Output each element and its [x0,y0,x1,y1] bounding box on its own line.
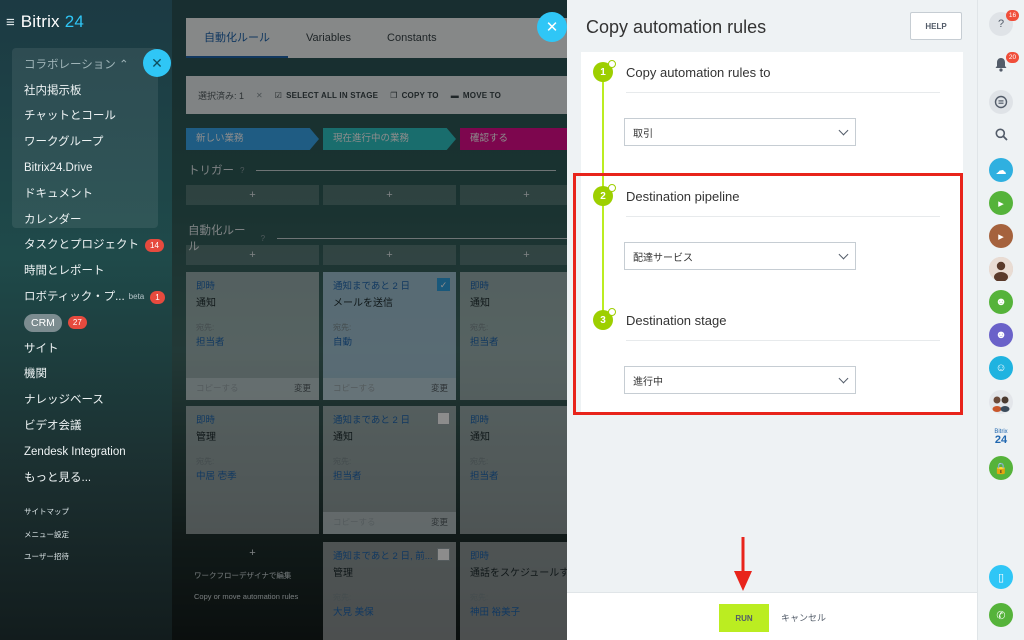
close-panel-icon[interactable]: ✕ [537,12,567,42]
group-icon[interactable]: ☻ [989,290,1013,314]
search-icon[interactable] [989,122,1013,146]
left-sidebar: ≡ Bitrix 24 コラボレーション ⌃ 社内掲示板 チャットとコール ワー… [0,0,172,640]
sidebar-item-time-reports[interactable]: 時間とレポート [24,258,165,284]
highlight-box [573,173,963,415]
automation-board: 自動化ルール Variables Constants 選択済み: 1 ✕ ☑ SE… [172,0,567,640]
avatar[interactable] [989,390,1013,414]
sidebar-nav: コラボレーション ⌃ 社内掲示板 チャットとコール ワークグループ Bitrix… [24,52,165,491]
sidebar-item-sites[interactable]: サイト [24,336,165,362]
step-label: Copy automation rules to [626,65,771,80]
help-button[interactable]: HELP [910,12,962,40]
avatar[interactable] [989,257,1013,281]
panel-title: Copy automation rules [586,17,767,37]
tasks-count-badge: 14 [145,238,164,252]
sidebar-item-feed[interactable]: 社内掲示板 [24,78,165,104]
chat-icon[interactable] [989,90,1013,114]
sidebar-item-crm[interactable]: CRM 27 [24,310,165,336]
sidebar-item-drive[interactable]: Bitrix24.Drive [24,155,165,181]
rpa-count-badge: 1 [150,290,165,304]
lock-icon[interactable]: 🔒 [989,456,1013,480]
sitemap-link[interactable]: サイトマップ [24,506,69,529]
overlay-dim [172,0,567,640]
target-entity-select[interactable]: 取引 [624,118,856,146]
right-rail: ? 16 20 ☁ ▸ ▸ ☻ ☻ ☺ Bitrix 24 🔒 ▯ ✆ [977,0,1024,640]
video-call-icon[interactable]: ▸ [989,191,1013,215]
sidebar-item-documents[interactable]: ドキュメント [24,181,165,207]
beta-label: beta [128,292,145,302]
bitrix24-logo[interactable]: Bitrix 24 [989,424,1013,448]
sidebar-item-zendesk[interactable]: Zendesk Integration [24,439,165,465]
group-icon[interactable]: ☻ [989,323,1013,347]
sidebar-item-company[interactable]: 機関 [24,362,165,388]
mobile-icon[interactable]: ▯ [989,565,1013,589]
user-clock-icon[interactable]: ☺ [989,356,1013,380]
sidebar-item-tasks[interactable]: タスクとプロジェクト 14 [24,233,165,259]
invite-users-link[interactable]: ユーザー招待 [24,551,69,574]
crm-count-badge: 27 [67,316,87,330]
sidebar-footer-links: サイトマップ メニュー設定 ユーザー招待 [24,506,69,574]
close-icon[interactable]: ✕ [143,49,171,77]
step-1: 1 Copy automation rules to 取引 [581,52,963,174]
sidebar-item-calendar[interactable]: カレンダー [24,207,165,233]
sidebar-item-knowledge-base[interactable]: ナレッジベース [24,387,165,413]
panel-footer: RUN キャンセル [567,592,977,640]
sidebar-item-chat[interactable]: チャットとコール [24,104,165,130]
run-button[interactable]: RUN [719,604,769,632]
arrow-down-icon [734,537,752,591]
crm-pill: CRM [24,313,62,332]
phone-icon[interactable]: ✆ [989,603,1013,627]
video-call-icon[interactable]: ▸ [989,224,1013,248]
sidebar-item-video-conference[interactable]: ビデオ会議 [24,413,165,439]
sidebar-item-rpa[interactable]: ロボティック・プ... beta 1 [24,284,165,310]
cancel-button[interactable]: キャンセル [781,611,826,624]
notifications-badge: 20 [1006,52,1019,63]
help-badge: 16 [1006,10,1019,21]
brand-logo[interactable]: Bitrix 24 [21,12,84,32]
hamburger-icon[interactable]: ≡ [6,14,15,31]
cloud-icon[interactable]: ☁ [989,158,1013,182]
menu-settings-link[interactable]: メニュー設定 [24,529,69,552]
sidebar-item-more[interactable]: もっと見る... [24,465,165,491]
brand: ≡ Bitrix 24 [6,12,84,32]
sidebar-item-workgroups[interactable]: ワークグループ [24,129,165,155]
chevron-down-icon [838,125,849,135]
